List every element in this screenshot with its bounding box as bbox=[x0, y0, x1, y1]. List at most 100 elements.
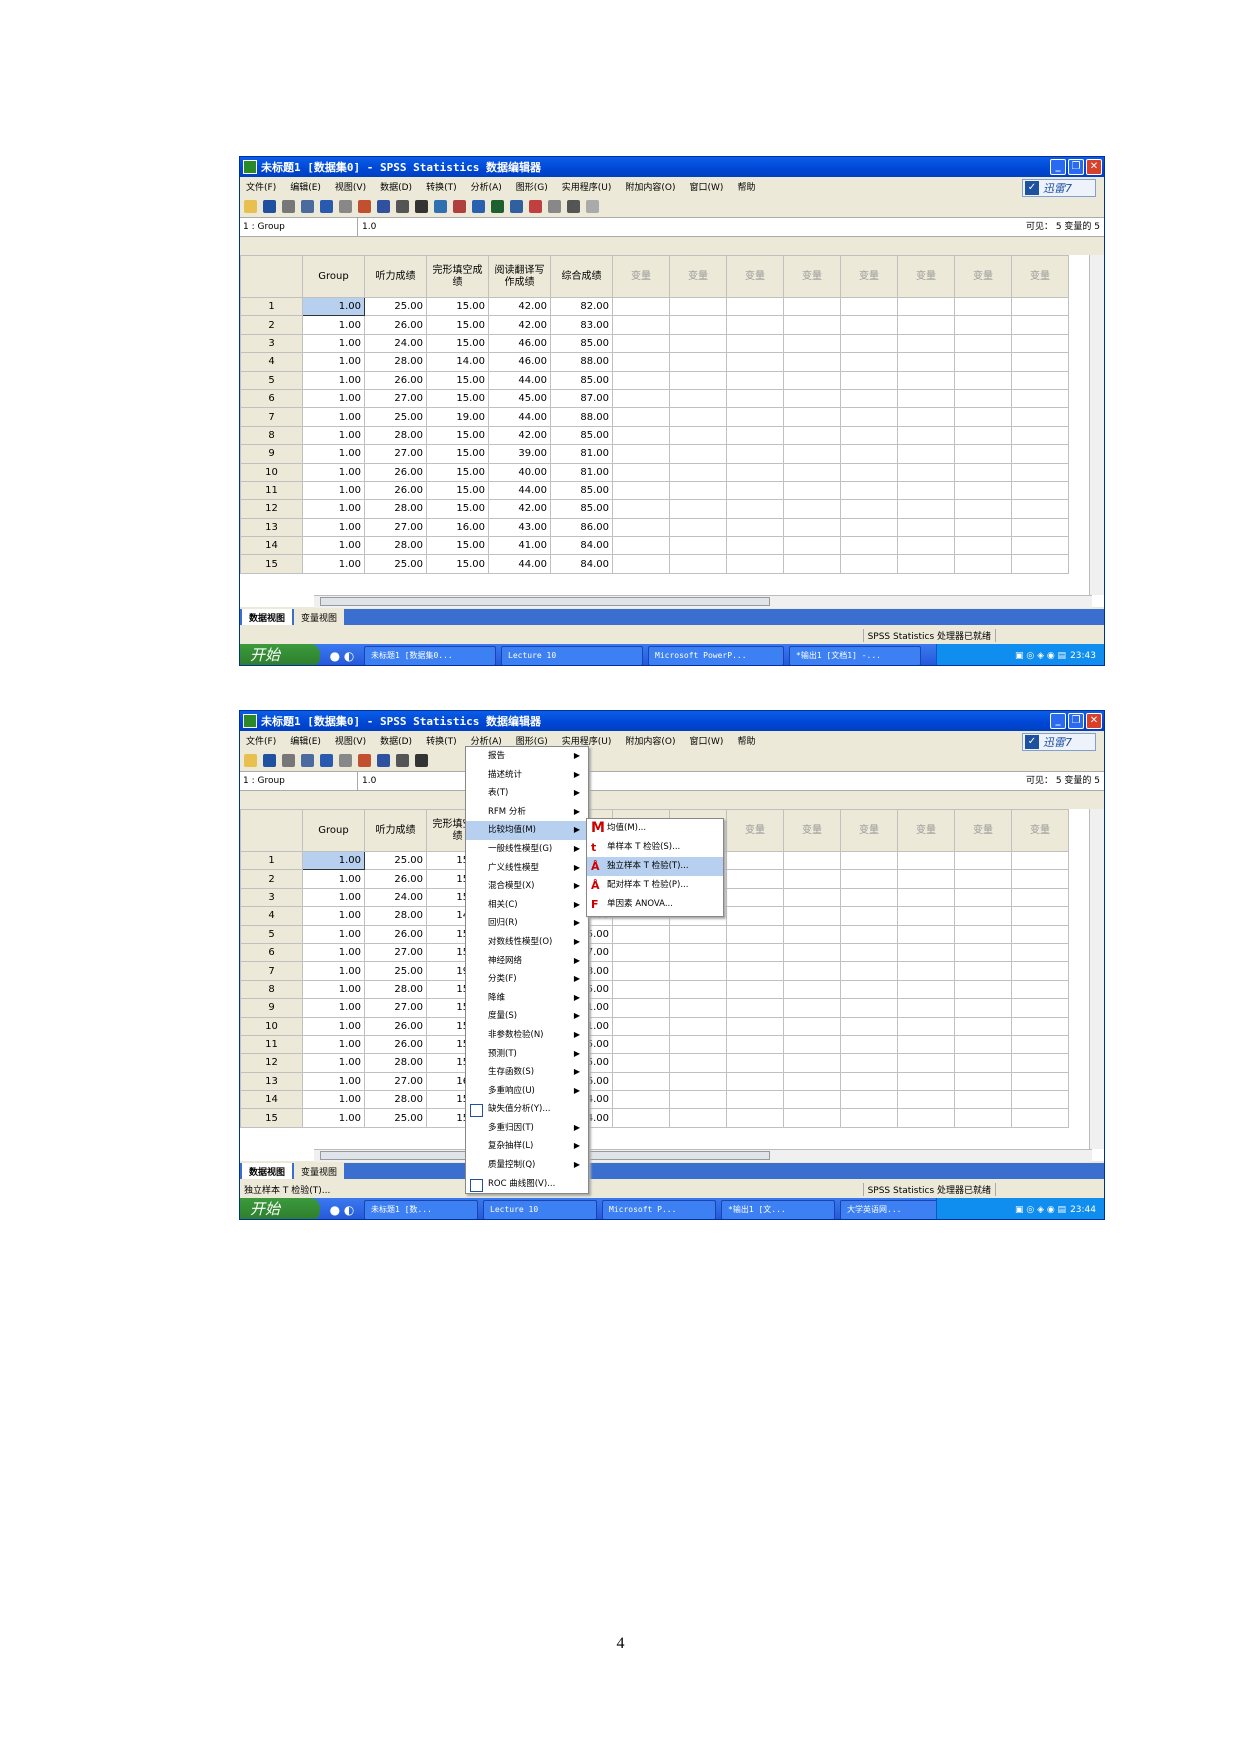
empty-cell[interactable] bbox=[612, 979, 670, 1000]
select-cases-icon[interactable] bbox=[510, 199, 523, 213]
empty-cell[interactable] bbox=[1011, 444, 1069, 464]
empty-cell[interactable] bbox=[1011, 998, 1069, 1018]
empty-cell[interactable] bbox=[954, 499, 1012, 519]
empty-cell[interactable] bbox=[840, 1108, 898, 1128]
menu-addons[interactable]: 附加内容(O) bbox=[625, 734, 675, 747]
row-number[interactable]: 15 bbox=[240, 554, 303, 574]
empty-cell[interactable] bbox=[840, 352, 898, 372]
empty-cell[interactable] bbox=[1011, 1053, 1069, 1073]
empty-cell[interactable] bbox=[1011, 388, 1069, 409]
weight-cases-icon[interactable] bbox=[491, 199, 504, 213]
empty-cell[interactable] bbox=[669, 517, 727, 538]
analyze-menu-item[interactable]: 混合模型(X) ▶ bbox=[466, 877, 588, 896]
empty-cell[interactable] bbox=[726, 480, 784, 501]
data-cell[interactable]: 27.00 bbox=[364, 1071, 427, 1092]
row-number[interactable]: 12 bbox=[240, 1053, 303, 1073]
compare-means-item[interactable]: F 单因素 ANOVA... bbox=[587, 895, 723, 914]
data-cell[interactable]: 44.00 bbox=[488, 554, 551, 574]
empty-cell[interactable] bbox=[897, 517, 955, 538]
data-cell[interactable]: 1.00 bbox=[302, 961, 365, 981]
empty-cell[interactable] bbox=[783, 315, 841, 335]
empty-cell[interactable] bbox=[954, 924, 1012, 944]
data-cell[interactable]: 16.00 bbox=[426, 517, 489, 538]
start-button[interactable]: 开始 bbox=[240, 644, 320, 665]
xunlei-brand[interactable]: ✓ 迅雷7 bbox=[1022, 179, 1096, 197]
empty-variable-header[interactable]: 变量 bbox=[669, 255, 727, 298]
empty-cell[interactable] bbox=[897, 296, 955, 317]
empty-cell[interactable] bbox=[840, 296, 898, 317]
data-cell[interactable]: 27.00 bbox=[364, 517, 427, 538]
data-cell[interactable]: 1.00 bbox=[302, 924, 365, 944]
menu-transform[interactable]: 转换(T) bbox=[426, 734, 457, 747]
redo-icon[interactable] bbox=[339, 199, 352, 213]
empty-cell[interactable] bbox=[612, 1108, 670, 1128]
open-icon[interactable] bbox=[244, 199, 257, 213]
empty-cell[interactable] bbox=[954, 315, 1012, 335]
empty-cell[interactable] bbox=[840, 370, 898, 390]
empty-cell[interactable] bbox=[726, 444, 784, 464]
empty-cell[interactable] bbox=[669, 979, 727, 1000]
empty-cell[interactable] bbox=[897, 1016, 955, 1036]
analyze-menu-item[interactable]: 非参数检验(N) ▶ bbox=[466, 1026, 588, 1045]
tab-variable-view[interactable]: 变量视图 bbox=[294, 609, 345, 625]
data-cell[interactable]: 15.00 bbox=[426, 444, 489, 464]
empty-cell[interactable] bbox=[726, 333, 784, 354]
analyze-menu-item[interactable]: 描述统计 ▶ bbox=[466, 766, 588, 785]
empty-cell[interactable] bbox=[840, 869, 898, 889]
empty-cell[interactable] bbox=[612, 462, 670, 482]
find-icon[interactable] bbox=[415, 199, 428, 213]
menu-graphs[interactable]: 图形(G) bbox=[516, 180, 548, 193]
analyze-menu-item[interactable]: 度量(S) ▶ bbox=[466, 1007, 588, 1026]
empty-cell[interactable] bbox=[669, 1071, 727, 1092]
empty-cell[interactable] bbox=[726, 388, 784, 409]
empty-cell[interactable] bbox=[669, 924, 727, 944]
empty-cell[interactable] bbox=[840, 315, 898, 335]
empty-cell[interactable] bbox=[612, 1090, 670, 1110]
empty-cell[interactable] bbox=[954, 850, 1012, 871]
empty-cell[interactable] bbox=[840, 333, 898, 354]
data-cell[interactable]: 26.00 bbox=[364, 315, 427, 335]
data-cell[interactable]: 1.00 bbox=[302, 906, 365, 926]
empty-cell[interactable] bbox=[954, 333, 1012, 354]
row-number[interactable]: 8 bbox=[240, 979, 303, 1000]
row-number[interactable]: 6 bbox=[240, 388, 303, 409]
xunlei-brand[interactable]: ✓ 迅雷7 bbox=[1022, 733, 1096, 751]
empty-cell[interactable] bbox=[954, 942, 1012, 963]
data-cell[interactable]: 39.00 bbox=[488, 444, 551, 464]
empty-cell[interactable] bbox=[897, 1034, 955, 1055]
spell-check-icon[interactable] bbox=[586, 199, 599, 213]
empty-cell[interactable] bbox=[726, 536, 784, 556]
empty-cell[interactable] bbox=[897, 407, 955, 427]
row-number[interactable]: 1 bbox=[240, 296, 303, 317]
empty-cell[interactable] bbox=[783, 1053, 841, 1073]
menu-data[interactable]: 数据(D) bbox=[380, 734, 412, 747]
task-lecture[interactable]: Lecture 10 bbox=[483, 1199, 597, 1219]
data-cell[interactable]: 86.00 bbox=[550, 517, 613, 538]
row-number[interactable]: 3 bbox=[240, 333, 303, 354]
empty-cell[interactable] bbox=[1011, 536, 1069, 556]
open-icon[interactable] bbox=[244, 753, 257, 767]
empty-cell[interactable] bbox=[783, 887, 841, 908]
row-number[interactable]: 4 bbox=[240, 906, 303, 926]
data-cell[interactable]: 15.00 bbox=[426, 315, 489, 335]
empty-cell[interactable] bbox=[612, 425, 670, 446]
data-cell[interactable]: 26.00 bbox=[364, 480, 427, 501]
empty-cell[interactable] bbox=[954, 1090, 1012, 1110]
empty-cell[interactable] bbox=[1011, 850, 1069, 871]
empty-cell[interactable] bbox=[726, 370, 784, 390]
empty-cell[interactable] bbox=[783, 1108, 841, 1128]
empty-cell[interactable] bbox=[954, 906, 1012, 926]
empty-cell[interactable] bbox=[954, 462, 1012, 482]
empty-cell[interactable] bbox=[897, 499, 955, 519]
data-cell[interactable]: 85.00 bbox=[550, 499, 613, 519]
empty-cell[interactable] bbox=[669, 480, 727, 501]
empty-cell[interactable] bbox=[612, 517, 670, 538]
empty-cell[interactable] bbox=[783, 869, 841, 889]
empty-cell[interactable] bbox=[783, 352, 841, 372]
menu-data[interactable]: 数据(D) bbox=[380, 180, 412, 193]
empty-cell[interactable] bbox=[840, 425, 898, 446]
analyze-menu-item[interactable]: 多重响应(U) ▶ bbox=[466, 1082, 588, 1101]
empty-variable-header[interactable]: 变量 bbox=[612, 255, 670, 298]
title-bar[interactable]: 未标题1 [数据集0] - SPSS Statistics 数据编辑器 _ ❐ … bbox=[240, 711, 1104, 731]
data-cell[interactable]: 28.00 bbox=[364, 906, 427, 926]
